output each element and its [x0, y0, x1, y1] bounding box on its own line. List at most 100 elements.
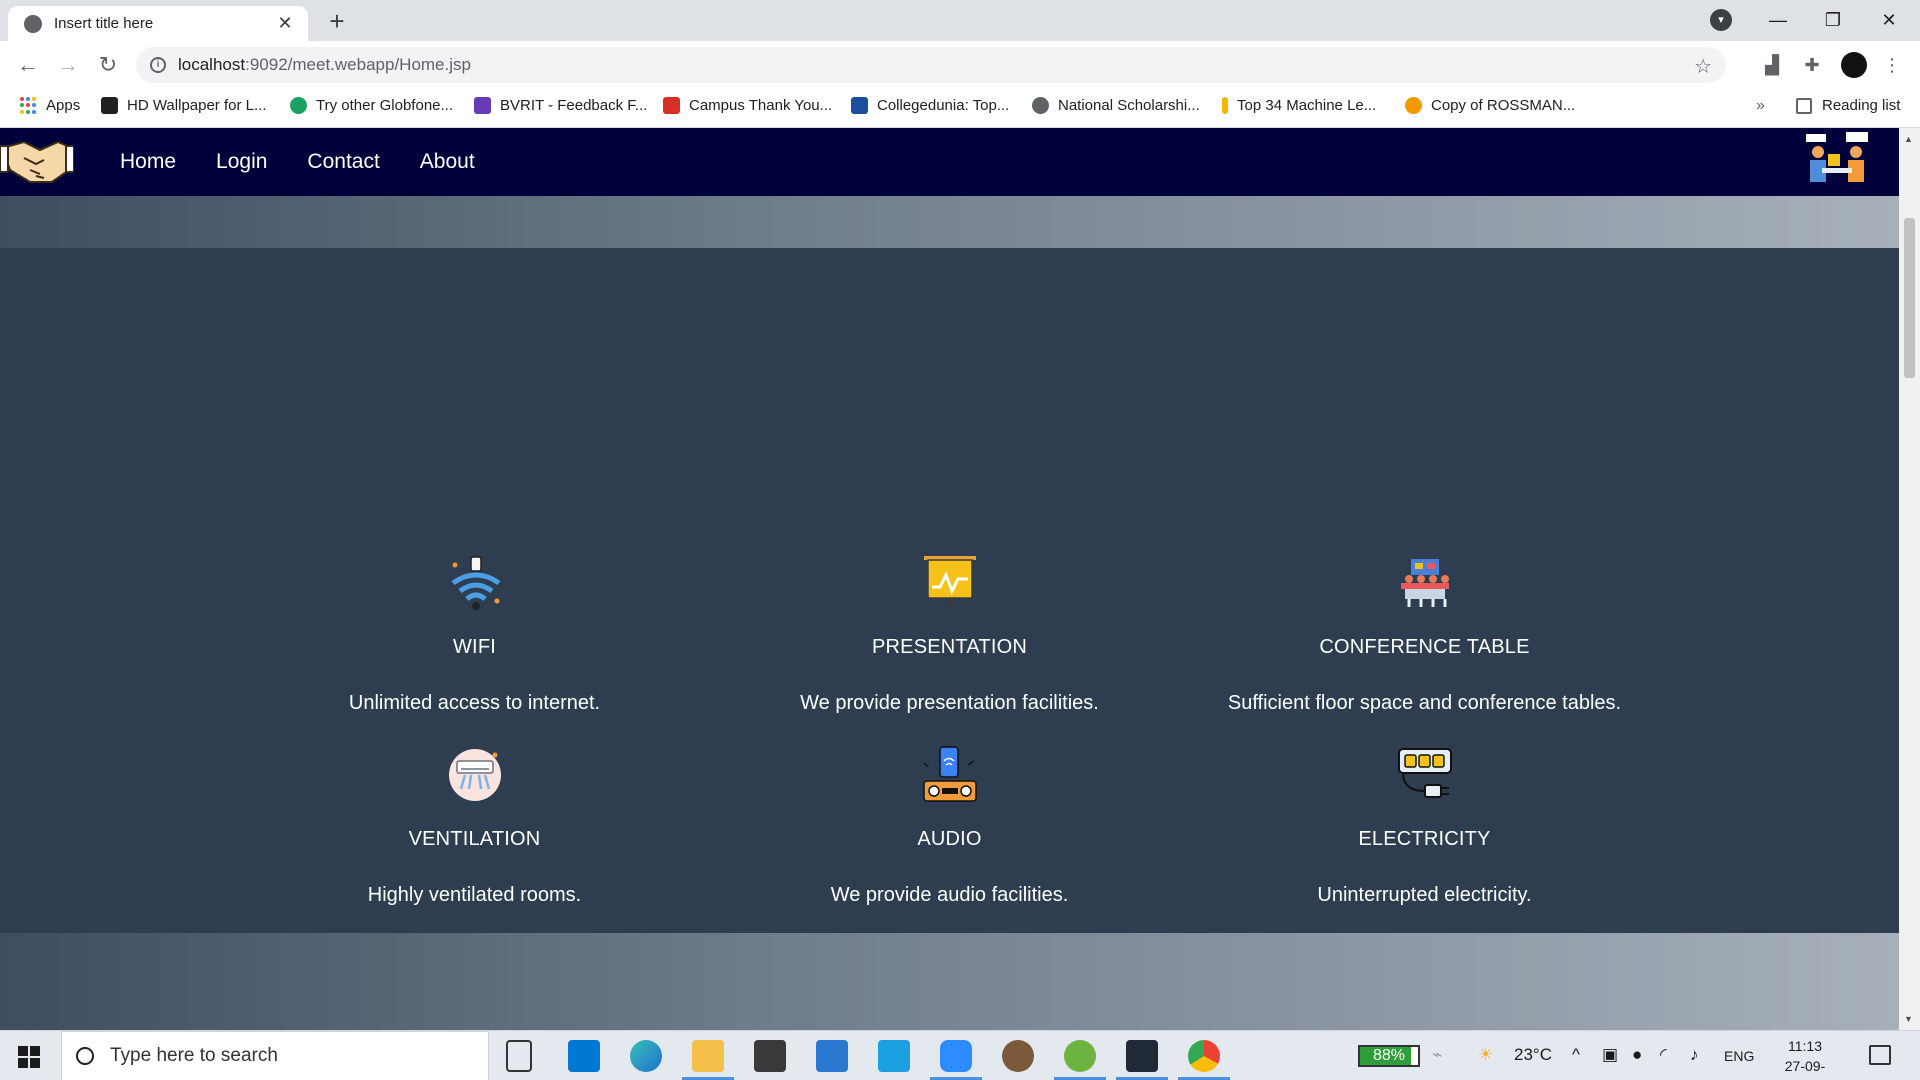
campus-icon	[663, 97, 680, 114]
volume-icon[interactable]: ♪	[1690, 1045, 1699, 1065]
bookmark-item[interactable]: Collegedunia: Top...	[851, 97, 1009, 114]
feature-card-conference-table: CONFERENCE TABLE Sufficient floor space …	[1187, 553, 1662, 715]
handshake-logo-icon[interactable]	[0, 134, 74, 188]
notification-center-icon[interactable]	[1869, 1045, 1891, 1065]
mail-icon[interactable]	[816, 1040, 848, 1072]
feature-description: Uninterrupted electricity.	[1317, 884, 1532, 906]
device-icon[interactable]: ▣	[1602, 1045, 1618, 1065]
feature-description: Unlimited access to internet.	[348, 692, 601, 714]
tab-title: Insert title here	[54, 15, 154, 32]
zoom-icon[interactable]	[940, 1040, 972, 1072]
more-bookmarks-button[interactable]: »	[1756, 97, 1765, 115]
conference-table-icon	[1400, 559, 1449, 607]
show-hidden-icons-icon[interactable]: ^	[1572, 1045, 1580, 1065]
close-tab-icon[interactable]: ✕	[274, 13, 296, 34]
presentation-icon	[923, 556, 976, 608]
feature-description: Sufficient floor space and conference ta…	[1227, 692, 1622, 714]
scrollbar-thumb[interactable]	[1904, 218, 1915, 378]
air-conditioner-icon	[448, 749, 501, 801]
site-navbar: Home Login Contact About	[0, 128, 1899, 196]
globe-icon	[1032, 97, 1049, 114]
url-host: localhost	[178, 55, 246, 74]
eclipse-icon[interactable]	[1002, 1040, 1034, 1072]
performance-icon[interactable]: ▟	[1760, 53, 1784, 77]
feature-description: We provide audio facilities.	[830, 884, 1069, 906]
weather-icon[interactable]: ☀	[1478, 1045, 1493, 1065]
bookmark-label: Collegedunia: Top...	[877, 97, 1010, 114]
minimize-button[interactable]: —	[1755, 4, 1801, 36]
microphone-icon[interactable]: ●	[1632, 1045, 1642, 1065]
feature-description: We provide presentation facilities.	[800, 692, 1099, 714]
power-socket-icon	[1397, 748, 1452, 798]
battery-indicator[interactable]: 88%	[1358, 1045, 1420, 1067]
feature-title: VENTILATION	[408, 828, 541, 850]
reading-list-button[interactable]: Reading list	[1796, 97, 1900, 114]
feature-title: AUDIO	[917, 828, 982, 850]
globfone-icon	[290, 97, 307, 114]
feature-title: WIFI	[452, 636, 496, 658]
audio-speaker-icon	[922, 746, 977, 802]
bookmark-item[interactable]: National Scholarshi...	[1032, 97, 1200, 114]
bookmark-item[interactable]: Copy of ROSSMAN...	[1405, 97, 1575, 114]
language-indicator[interactable]: ENG	[1724, 1048, 1754, 1064]
close-window-button[interactable]: ✕	[1866, 4, 1912, 36]
feature-card-presentation: PRESENTATION We provide presentation fac…	[712, 553, 1187, 715]
wifi-icon	[451, 556, 500, 610]
feature-title: ELECTRICITY	[1358, 828, 1491, 850]
new-tab-button[interactable]: +	[322, 6, 352, 36]
cortana-icon[interactable]	[568, 1040, 600, 1072]
bookmark-star-icon[interactable]: ☆	[1694, 54, 1712, 79]
nav-login-link[interactable]: Login	[216, 150, 267, 174]
web-page: Home Login Contact About WIFI Unlimited …	[0, 128, 1899, 1030]
bookmark-item[interactable]: Top 34 Machine Le...	[1222, 97, 1376, 114]
menu-icon[interactable]: ⋮	[1880, 53, 1904, 77]
feature-description: Highly ventilated rooms.	[367, 884, 582, 906]
l-app-icon[interactable]	[878, 1040, 910, 1072]
tab-search-icon[interactable]: ▾	[1710, 9, 1732, 31]
features-section: WIFI Unlimited access to internet. PRESE…	[0, 248, 1899, 933]
chrome-icon[interactable]	[1188, 1040, 1220, 1072]
bookmark-label: Copy of ROSSMAN...	[1431, 97, 1576, 114]
scroll-up-icon[interactable]: ▲	[1904, 134, 1913, 144]
mysql-icon[interactable]	[1126, 1040, 1158, 1072]
spring-tools-icon[interactable]	[1064, 1040, 1096, 1072]
task-view-icon[interactable]	[506, 1040, 532, 1072]
reading-list-label: Reading list	[1822, 97, 1901, 114]
nav-about-link[interactable]: About	[420, 150, 475, 174]
reload-icon[interactable]: ↻	[94, 51, 122, 79]
edge-icon[interactable]	[630, 1040, 662, 1072]
search-icon	[76, 1047, 94, 1065]
back-icon[interactable]: ←	[14, 51, 42, 79]
site-info-icon[interactable]: i	[150, 57, 166, 73]
windows-start-icon[interactable]	[18, 1046, 40, 1068]
url-path: :9092/meet.webapp/Home.jsp	[245, 55, 471, 74]
feature-card-ventilation: VENTILATION Highly ventilated rooms.	[237, 745, 712, 907]
wifi-tray-icon[interactable]: ◜	[1660, 1045, 1667, 1065]
browser-tab[interactable]: Insert title here ✕	[8, 6, 308, 41]
bookmark-item[interactable]: BVRIT - Feedback F...	[474, 97, 647, 114]
file-explorer-icon[interactable]	[692, 1040, 724, 1072]
temperature-label[interactable]: 23°C	[1514, 1045, 1552, 1065]
profile-avatar[interactable]	[1841, 52, 1867, 78]
forward-icon[interactable]: →	[54, 51, 82, 79]
restore-button[interactable]: ❐	[1810, 4, 1856, 36]
page-scrollbar[interactable]: ▲ ▼	[1899, 128, 1920, 1030]
extensions-icon[interactable]: ✚	[1800, 53, 1824, 77]
search-placeholder: Type here to search	[110, 1045, 278, 1066]
taskbar-search-box[interactable]: Type here to search	[61, 1031, 489, 1080]
bookmark-item[interactable]: HD Wallpaper for L...	[101, 97, 267, 114]
bookmark-label: Apps	[46, 97, 81, 114]
nav-contact-link[interactable]: Contact	[307, 150, 379, 174]
store-icon[interactable]	[754, 1040, 786, 1072]
scroll-down-icon[interactable]: ▼	[1904, 1014, 1913, 1024]
address-bar[interactable]: i localhost:9092/meet.webapp/Home.jsp ☆	[136, 47, 1726, 83]
bookmark-item[interactable]: Try other Globfone...	[290, 97, 453, 114]
browser-toolbar: ← → ↻ i localhost:9092/meet.webapp/Home.…	[0, 41, 1920, 89]
bookmark-item[interactable]: Campus Thank You...	[663, 97, 832, 114]
bookmark-apps[interactable]: Apps	[20, 97, 80, 114]
bookmark-label: Try other Globfone...	[316, 97, 454, 114]
browser-tab-strip: Insert title here ✕ + ▾ — ❐ ✕	[0, 0, 1920, 41]
feature-card-wifi: WIFI Unlimited access to internet.	[237, 553, 712, 715]
system-clock[interactable]: 11:13 27-09-2021	[1770, 1036, 1840, 1080]
nav-home-link[interactable]: Home	[120, 150, 176, 174]
